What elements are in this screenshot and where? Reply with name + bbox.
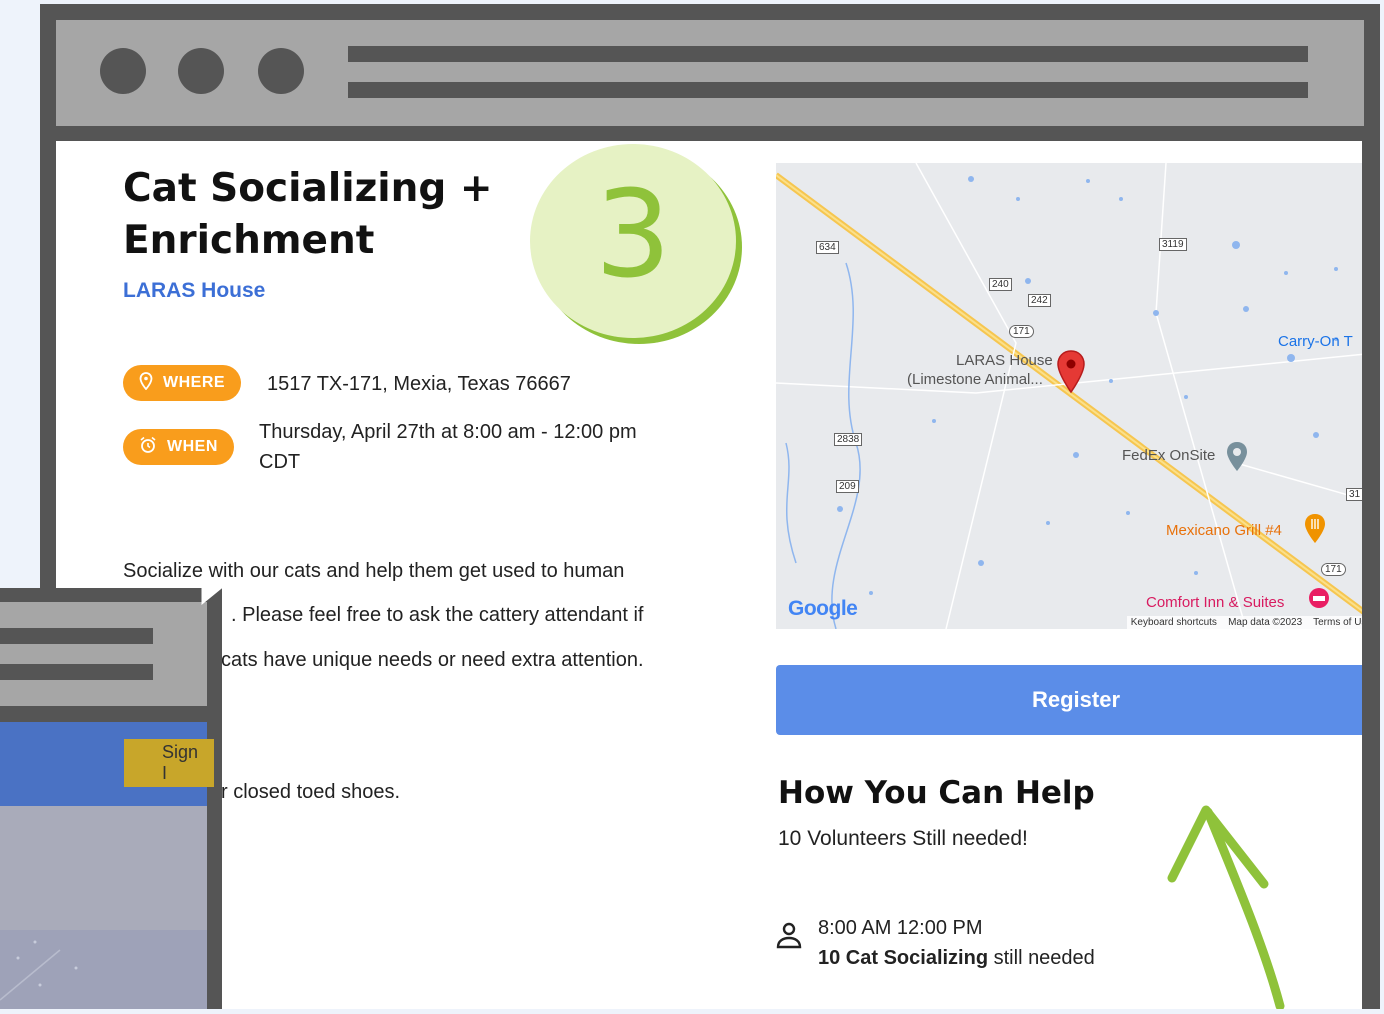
location-map[interactable]: 634 3119 240 242 171 2838 209 31 171 LAR… [776, 163, 1362, 629]
map-place-label: FedEx OnSite [1122, 447, 1216, 464]
map-place-label: Comfort Inn & Suites [1146, 594, 1285, 611]
where-badge: WHERE [123, 365, 242, 401]
route-shield: 240 [989, 278, 1012, 291]
when-label: WHEN [167, 438, 218, 455]
address-bar-line [348, 82, 1308, 98]
secondary-window-titlebar [0, 602, 207, 706]
alarm-clock-icon [139, 436, 157, 458]
sign-in-button[interactable]: Sign I [124, 739, 214, 787]
shift-time: 8:00 AM 12:00 PM [818, 917, 983, 939]
secondary-window-map [0, 930, 207, 1009]
route-shield: 3119 [1159, 238, 1187, 251]
secondary-window: Sign I [0, 588, 222, 1009]
route-shield: 634 [816, 241, 839, 254]
volunteers-needed-text: 10 Volunteers Still needed! [778, 827, 1028, 850]
shift-need: 10 Cat Socializing still needed [818, 947, 1095, 970]
shift-suffix: still needed [988, 947, 1095, 969]
route-shield: 2838 [834, 433, 863, 446]
route-shield: 209 [836, 480, 859, 493]
event-datetime-line: Thursday, April 27th at 8:00 am - 12:00 … [259, 421, 637, 443]
mouse-cursor-icon [201, 585, 226, 606]
map-footer: Keyboard shortcuts Map data ©2023 Terms … [1126, 616, 1362, 629]
map-place-label: (Limestone Animal... [907, 371, 1043, 388]
map-place-label: Mexicano Grill #4 [1166, 522, 1282, 539]
route-shield: 31 [1346, 488, 1362, 501]
route-shield: 171 [1321, 563, 1346, 576]
secondary-window-navbar: Sign I [0, 722, 214, 806]
location-pin-icon [139, 372, 153, 394]
map-place-label: Carry-On T [1278, 333, 1353, 350]
secondary-map-lines [0, 940, 78, 1001]
description-line: cats have unique needs or need extra att… [221, 649, 644, 671]
secondary-window-body [0, 806, 207, 1009]
window-titlebar [56, 20, 1364, 126]
route-shield: 171 [1009, 325, 1034, 338]
place-marker-icon[interactable] [1226, 441, 1248, 473]
description-line: r closed toed shoes. [221, 781, 400, 803]
description-line: . Please feel free to ask the cattery at… [231, 604, 644, 626]
map-roads [776, 163, 1362, 629]
keyboard-shortcuts-link[interactable]: Keyboard shortcuts [1131, 617, 1217, 628]
google-logo: Google [788, 597, 858, 620]
person-icon [776, 922, 802, 949]
map-data-text: Map data ©2023 [1228, 617, 1303, 628]
description-line: Socialize with our cats and help them ge… [123, 560, 625, 582]
organization-link[interactable]: LARAS House [123, 279, 265, 303]
event-address: 1517 TX-171, Mexia, Texas 76667 [267, 373, 571, 395]
where-label: WHERE [163, 374, 226, 391]
map-place-label: LARAS House [956, 352, 1053, 369]
shift-role: 10 Cat Socializing [818, 947, 989, 969]
when-badge: WHEN [123, 429, 234, 465]
how-you-can-help-heading: How You Can Help [778, 775, 1095, 811]
window-close-dot[interactable] [100, 48, 146, 94]
address-bar-line [0, 664, 153, 680]
map-marker-icon[interactable] [1056, 349, 1086, 395]
window-maximize-dot[interactable] [258, 48, 304, 94]
pointer-arrow-icon [1167, 805, 1285, 1009]
step-number: 3 [594, 166, 672, 305]
address-bar-line [0, 628, 153, 644]
terms-link[interactable]: Terms of Use [1313, 617, 1362, 628]
restaurant-marker-icon[interactable] [1304, 513, 1326, 545]
register-button[interactable]: Register [776, 665, 1362, 735]
step-badge: 3 [530, 144, 736, 338]
window-minimize-dot[interactable] [178, 48, 224, 94]
event-datetime: Thursday, April 27th at 8:00 am - 12:00 … [259, 417, 637, 477]
event-datetime-line: CDT [259, 451, 301, 473]
address-bar-line [348, 46, 1308, 62]
route-shield: 242 [1028, 294, 1051, 307]
event-title: Cat Socializing + Enrichment [123, 166, 493, 263]
hotel-marker-icon[interactable] [1308, 587, 1330, 609]
